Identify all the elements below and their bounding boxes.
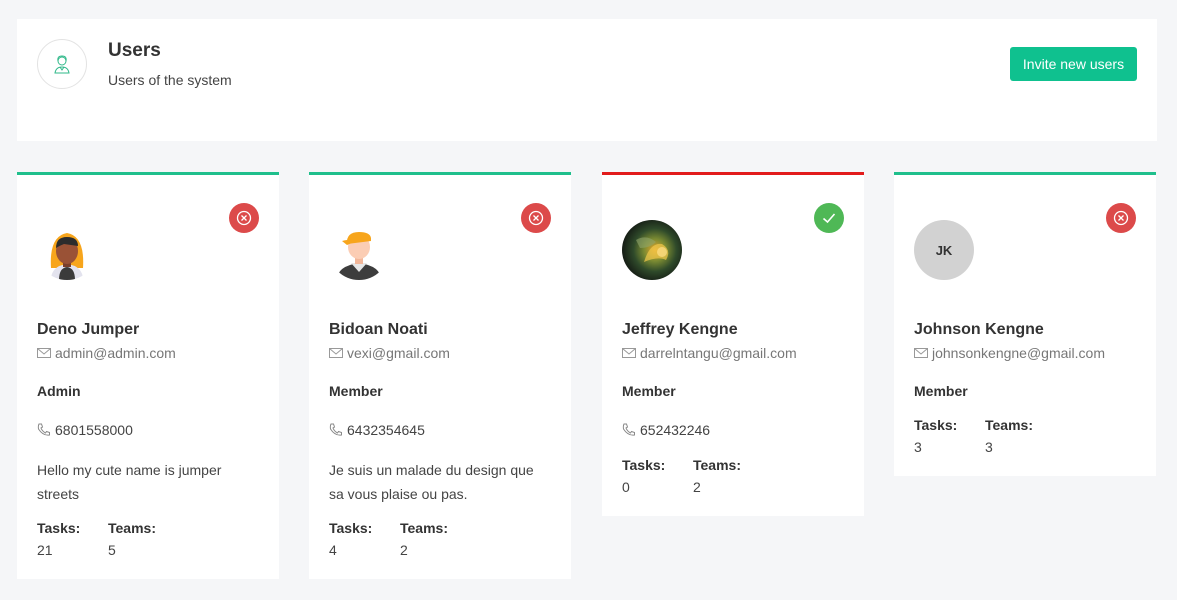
tasks-value: 4: [329, 542, 337, 558]
avatar-initials: JK: [914, 220, 974, 280]
user-role: Member: [914, 383, 968, 399]
mail-icon: [622, 348, 636, 358]
tasks-value: 3: [914, 439, 922, 455]
user-phone: 6801558000: [37, 420, 259, 440]
user-email-text: darrelntangu@gmail.com: [640, 345, 797, 361]
user-role: Admin: [37, 383, 81, 399]
page-subtitle: Users of the system: [108, 72, 232, 88]
check-icon[interactable]: [814, 203, 844, 233]
user-stats: Tasks: 0 Teams: 2: [622, 456, 844, 496]
user-card: Deno Jumper admin@admin.com Admin 680155…: [17, 172, 279, 579]
teams-value: 2: [693, 479, 701, 495]
mail-icon: [329, 348, 343, 358]
tasks-label: Tasks:: [37, 520, 81, 536]
close-circle-icon[interactable]: [1106, 203, 1136, 233]
user-stats: Tasks: 3 Teams: 3: [914, 416, 1136, 456]
user-phone-text: 652432246: [640, 422, 711, 438]
user-email: johnsonkengne@gmail.com: [914, 344, 1136, 362]
tasks-label: Tasks:: [914, 417, 958, 433]
tasks-value: 21: [37, 542, 53, 558]
user-avatar-icon: [37, 39, 87, 89]
teams-label: Teams:: [985, 417, 1033, 433]
page-title: Users: [108, 40, 161, 61]
page-header: Users Users of the system Invite new use…: [17, 19, 1157, 141]
user-email-text: vexi@gmail.com: [347, 345, 450, 361]
user-email: vexi@gmail.com: [329, 344, 551, 362]
user-role: Member: [622, 383, 676, 399]
invite-users-button[interactable]: Invite new users: [1010, 47, 1137, 81]
teams-label: Teams:: [108, 520, 156, 536]
phone-icon: [622, 423, 635, 436]
female-avatar-icon: [37, 220, 97, 280]
user-name: Bidoan Noati: [329, 321, 428, 338]
user-name: Deno Jumper: [37, 321, 140, 338]
user-phone-text: 6432354645: [347, 422, 425, 438]
user-role: Member: [329, 383, 383, 399]
close-circle-icon[interactable]: [521, 203, 551, 233]
user-stats: Tasks: 4 Teams: 2: [329, 519, 551, 559]
close-circle-icon[interactable]: [229, 203, 259, 233]
tasks-label: Tasks:: [622, 457, 666, 473]
user-bio: Je suis un malade du design que sa vous …: [329, 462, 534, 502]
user-name: Jeffrey Kengne: [622, 321, 738, 338]
user-phone: 652432246: [622, 420, 844, 440]
teams-label: Teams:: [693, 457, 741, 473]
mail-icon: [37, 348, 51, 358]
user-card: JK Johnson Kengne johnsonkengne@gmail.co…: [894, 172, 1156, 476]
teams-value: 2: [400, 542, 408, 558]
user-phone: 6432354645: [329, 420, 551, 440]
user-email-text: admin@admin.com: [55, 345, 176, 361]
user-phone-text: 6801558000: [55, 422, 133, 438]
user-name: Johnson Kengne: [914, 321, 1044, 338]
phone-icon: [37, 423, 50, 436]
phone-icon: [329, 423, 342, 436]
user-email-text: johnsonkengne@gmail.com: [932, 345, 1105, 361]
user-card: Bidoan Noati vexi@gmail.com Member 64323…: [309, 172, 571, 579]
tasks-value: 0: [622, 479, 630, 495]
user-email: darrelntangu@gmail.com: [622, 344, 844, 362]
teams-value: 5: [108, 542, 116, 558]
male-avatar-icon: [329, 220, 389, 280]
teams-label: Teams:: [400, 520, 448, 536]
mail-icon: [914, 348, 928, 358]
user-bio: Hello my cute name is jumper streets: [37, 462, 222, 502]
user-stats: Tasks: 21 Teams: 5: [37, 519, 259, 559]
user-card: Jeffrey Kengne darrelntangu@gmail.com Me…: [602, 172, 864, 516]
tasks-label: Tasks:: [329, 520, 373, 536]
teams-value: 3: [985, 439, 993, 455]
photo-avatar: [622, 220, 682, 280]
user-email: admin@admin.com: [37, 344, 259, 362]
